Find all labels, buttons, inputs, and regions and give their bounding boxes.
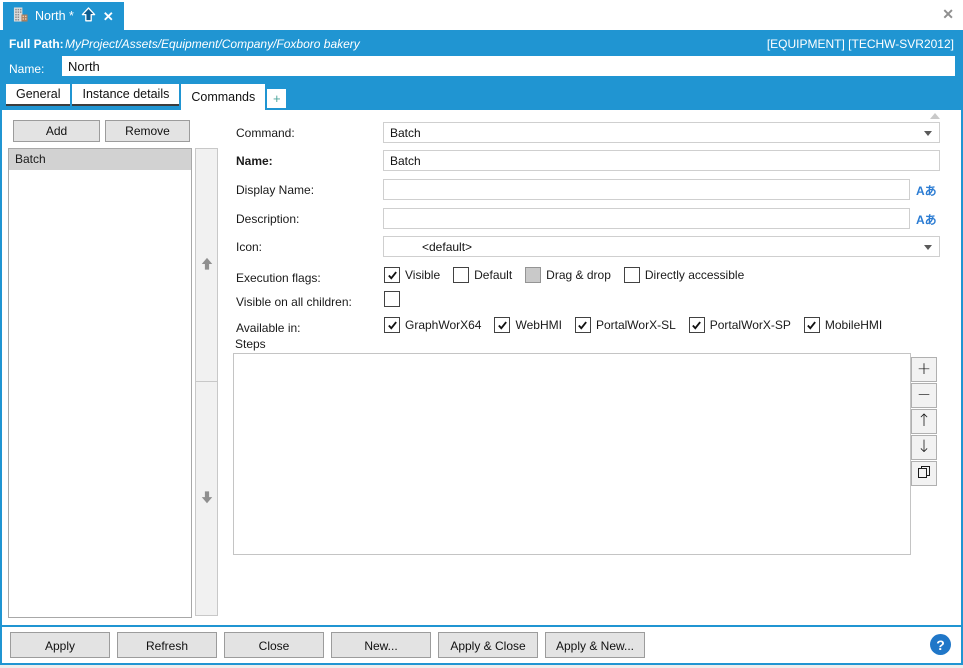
- flag-directly-accessible[interactable]: Directly accessible: [624, 267, 744, 283]
- icon-label: Icon:: [236, 240, 262, 254]
- title-strip: North * ✕ ✕: [0, 0, 963, 30]
- checkbox-checked-icon[interactable]: [494, 317, 510, 333]
- visible-children-group: [384, 291, 400, 307]
- localize-description-button[interactable]: Aあ: [916, 211, 937, 228]
- context-badges: [EQUIPMENT] [TECHW-SVR2012]: [767, 37, 954, 51]
- checkbox-unchecked-icon[interactable]: [453, 267, 469, 283]
- apply-close-button[interactable]: Apply & Close: [438, 632, 538, 658]
- chevron-down-icon: [924, 245, 932, 250]
- remove-command-button[interactable]: Remove: [105, 120, 190, 142]
- window-frame: Full Path: MyProject/Assets/Equipment/Co…: [0, 30, 963, 665]
- footer: Apply Refresh Close New... Apply & Close…: [2, 627, 961, 663]
- equipment-building-icon: [13, 7, 28, 25]
- add-command-button[interactable]: Add: [13, 120, 100, 142]
- checkbox-checked-icon[interactable]: [804, 317, 820, 333]
- command-list[interactable]: Batch: [8, 148, 192, 618]
- checkbox-indeterminate-icon[interactable]: [525, 267, 541, 283]
- asset-commands-window: North * ✕ ✕ Full Path: MyProject/Assets/…: [0, 0, 963, 668]
- window-close-icon[interactable]: ✕: [942, 7, 954, 21]
- name-input[interactable]: [62, 56, 955, 76]
- command-label: Command:: [236, 126, 295, 140]
- execution-flags-label: Execution flags:: [236, 271, 321, 285]
- icon-select-value: <default>: [422, 240, 472, 254]
- down-arrow-icon: [200, 490, 214, 508]
- full-path-value: MyProject/Assets/Equipment/Company/Foxbo…: [65, 37, 360, 51]
- command-name-input[interactable]: [383, 150, 940, 171]
- full-path-label: Full Path:: [9, 37, 64, 51]
- command-select[interactable]: Batch: [383, 122, 940, 143]
- refresh-button[interactable]: Refresh: [117, 632, 217, 658]
- visible-children-label: Visible on all children:: [236, 295, 352, 309]
- checkbox-unchecked-icon[interactable]: [624, 267, 640, 283]
- tab-strip: General Instance details Commands +: [6, 84, 288, 110]
- localize-display-name-button[interactable]: Aあ: [916, 182, 937, 199]
- tab-commands[interactable]: Commands: [181, 84, 265, 110]
- step-move-up-button[interactable]: ↑: [911, 409, 937, 434]
- step-add-button[interactable]: +: [911, 357, 937, 382]
- available-graphworx64[interactable]: GraphWorX64: [384, 317, 481, 333]
- chevron-down-icon: [924, 131, 932, 136]
- flag-visible[interactable]: Visible: [384, 267, 440, 283]
- visible-children-checkbox[interactable]: [384, 291, 400, 307]
- icon-select[interactable]: <default>: [383, 236, 940, 257]
- available-portalworx-sp[interactable]: PortalWorX-SP: [689, 317, 791, 333]
- flag-drag-drop[interactable]: Drag & drop: [525, 267, 611, 283]
- move-command-down-button[interactable]: [195, 382, 218, 616]
- description-input[interactable]: [383, 208, 910, 229]
- checkbox-checked-icon[interactable]: [384, 267, 400, 283]
- commands-panel: Add Remove Batch Command: Name: [2, 110, 961, 625]
- available-in-group: GraphWorX64 WebHMI PortalWorX-SL PortalW…: [384, 317, 882, 333]
- command-select-value: Batch: [390, 126, 421, 140]
- help-button[interactable]: ?: [930, 634, 951, 655]
- up-arrow-icon: [200, 256, 214, 274]
- available-portalworx-sl[interactable]: PortalWorX-SL: [575, 317, 676, 333]
- document-tab-north[interactable]: North * ✕: [3, 2, 124, 30]
- execution-flags-group: Visible Default Drag & drop Directly acc…: [384, 267, 744, 283]
- checkbox-checked-icon[interactable]: [689, 317, 705, 333]
- close-button[interactable]: Close: [224, 632, 324, 658]
- display-name-input[interactable]: [383, 179, 910, 200]
- tab-add[interactable]: +: [267, 89, 286, 108]
- steps-label: Steps: [235, 337, 266, 351]
- name-label: Name:: [9, 62, 44, 76]
- new-button[interactable]: New...: [331, 632, 431, 658]
- apply-new-button[interactable]: Apply & New...: [545, 632, 645, 658]
- display-name-label: Display Name:: [236, 183, 314, 197]
- command-name-label: Name:: [236, 154, 273, 168]
- copy-icon: [917, 465, 931, 483]
- move-command-up-button[interactable]: [195, 148, 218, 382]
- flag-default[interactable]: Default: [453, 267, 512, 283]
- header: Full Path: MyProject/Assets/Equipment/Co…: [2, 30, 961, 110]
- tab-general[interactable]: General: [6, 84, 70, 104]
- available-webhmi[interactable]: WebHMI: [494, 317, 561, 333]
- tab-instance-details[interactable]: Instance details: [72, 84, 179, 104]
- promote-up-arrow-icon[interactable]: [81, 7, 96, 25]
- reorder-column: [195, 148, 218, 616]
- apply-button[interactable]: Apply: [10, 632, 110, 658]
- checkbox-checked-icon[interactable]: [575, 317, 591, 333]
- step-remove-button[interactable]: −: [911, 383, 937, 408]
- document-tab-title: North *: [35, 9, 74, 23]
- document-tab-close-icon[interactable]: ✕: [103, 10, 114, 23]
- checkbox-checked-icon[interactable]: [384, 317, 400, 333]
- steps-list[interactable]: [233, 353, 911, 555]
- available-mobilehmi[interactable]: MobileHMI: [804, 317, 882, 333]
- scroll-up-indicator: [930, 113, 940, 119]
- available-in-label: Available in:: [236, 321, 301, 335]
- list-item-batch[interactable]: Batch: [9, 149, 191, 170]
- step-move-down-button[interactable]: ↓: [911, 435, 937, 460]
- step-duplicate-button[interactable]: [911, 461, 937, 486]
- description-label: Description:: [236, 212, 299, 226]
